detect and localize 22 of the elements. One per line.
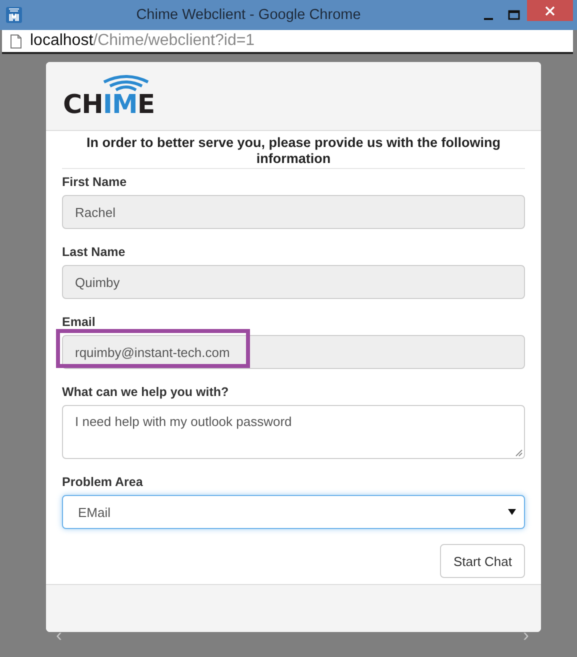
field-label: First Name xyxy=(62,175,128,189)
resize-grip-icon[interactable] xyxy=(515,449,523,457)
form-heading: In order to better serve you, please provide us with the following information xyxy=(62,135,525,169)
field-label: What can we help you with? xyxy=(62,385,230,399)
minimize-icon xyxy=(484,18,492,20)
window-title: Chime Webclient - Google Chrome xyxy=(135,7,362,23)
text-area[interactable]: I need help with my outlook password xyxy=(62,405,525,459)
page-icon xyxy=(10,34,22,48)
caret-icon xyxy=(508,509,516,515)
close-button[interactable] xyxy=(527,0,573,21)
maximize-icon xyxy=(508,10,520,20)
input-field[interactable]: rquimby@instant-tech.com xyxy=(62,335,525,369)
close-icon xyxy=(545,6,555,16)
dropdown-field[interactable]: EMail xyxy=(62,495,525,529)
start-chat-button[interactable]: Start Chat xyxy=(440,544,525,578)
input-field[interactable]: Rachel xyxy=(62,195,525,229)
field-label: Email xyxy=(62,315,96,329)
field-label: Last Name xyxy=(62,245,126,259)
input-field[interactable]: Quimby xyxy=(62,265,525,299)
chime-logo: CHIME xyxy=(63,74,155,118)
app-icon xyxy=(6,7,22,23)
field-label: Problem Area xyxy=(62,475,144,489)
